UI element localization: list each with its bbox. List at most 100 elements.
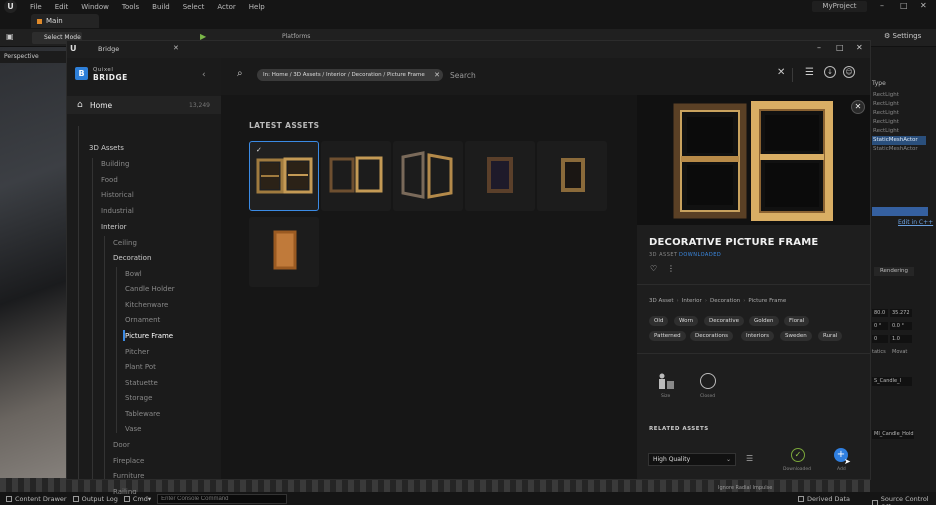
outliner-row[interactable]: RectLight (872, 127, 926, 136)
tag-decorations[interactable]: Decorations (690, 331, 734, 341)
tree-historical[interactable]: Historical (101, 191, 134, 199)
search-scope-chip[interactable]: In: Home / 3D Assets / Interior / Decora… (257, 69, 443, 81)
outliner-row[interactable]: StaticMeshActor (872, 145, 926, 154)
menu-edit[interactable]: Edit (55, 3, 69, 11)
downloaded-check-icon[interactable]: ✓ (791, 448, 805, 462)
tree-vase[interactable]: Vase (125, 425, 142, 433)
minimize-icon[interactable]: – (817, 43, 821, 52)
close-icon[interactable]: ✕ (856, 43, 863, 52)
source-control-button[interactable]: Source Control Off (872, 495, 936, 505)
downloads-icon[interactable]: ↓ (824, 66, 836, 78)
output-log-button[interactable]: Output Log (72, 495, 118, 503)
breadcrumb-item[interactable]: Interior (682, 298, 702, 304)
search-icon[interactable]: ⌕ (237, 68, 243, 79)
tree-ornament[interactable]: Ornament (125, 316, 160, 324)
tag-floral[interactable]: Floral (784, 316, 810, 326)
menu-select[interactable]: Select (183, 3, 205, 11)
tree-industrial[interactable]: Industrial (101, 207, 134, 215)
profile-icon[interactable]: ☺ (843, 66, 855, 78)
tag-decorative[interactable]: Decorative (704, 316, 744, 326)
outliner-row-selected[interactable]: StaticMeshActor (872, 136, 926, 145)
clear-search-icon[interactable]: ✕ (777, 67, 785, 78)
heart-icon[interactable]: ♡ (650, 264, 657, 273)
level-viewport[interactable]: Perspective (0, 47, 66, 492)
tab-main[interactable]: Main (31, 14, 99, 28)
content-drawer-button[interactable]: Content Drawer (6, 495, 67, 503)
tree-candle-holder[interactable]: Candle Holder (125, 285, 175, 293)
maximize-icon[interactable]: □ (900, 1, 908, 10)
menu-help[interactable]: Help (249, 3, 265, 11)
sidebar-item-home[interactable]: ⌂ Home 13,249 (67, 96, 221, 114)
sliders-icon[interactable]: ☰ (746, 454, 753, 463)
asset-tile[interactable] (321, 141, 391, 211)
bridge-titlebar[interactable]: U Bridge ✕ – □ ✕ (67, 41, 870, 58)
tree-tableware[interactable]: Tableware (125, 410, 160, 418)
breadcrumb-item[interactable]: Decoration (710, 298, 740, 304)
asset-tile[interactable] (249, 217, 319, 287)
outliner-row[interactable]: RectLight (872, 109, 926, 118)
tag-patterned[interactable]: Patterned (649, 331, 686, 341)
tag-interiors[interactable]: Interiors (741, 331, 774, 341)
edit-in-cpp-link[interactable]: Edit in C++ (898, 219, 933, 226)
breadcrumb-item[interactable]: Picture Frame (748, 298, 786, 304)
asset-tile[interactable] (393, 141, 463, 211)
menu-build[interactable]: Build (152, 3, 170, 11)
tag-sweden[interactable]: Sweden (780, 331, 812, 341)
collapse-sidebar-icon[interactable]: ‹ (202, 70, 206, 80)
tree-food[interactable]: Food (101, 176, 118, 184)
tag-rural[interactable]: Rural (818, 331, 843, 341)
asset-tile[interactable] (465, 141, 535, 211)
tree-3d-assets[interactable]: 3D Assets (89, 144, 124, 152)
rotation-y-field[interactable]: 0.0 ° (890, 322, 912, 330)
static-mesh-field[interactable]: S_Candle_I (872, 377, 912, 386)
close-icon[interactable]: ✕ (920, 1, 927, 10)
tree-building[interactable]: Building (101, 160, 129, 168)
scale-y-field[interactable]: 1.0 (890, 335, 912, 343)
material-field[interactable]: MI_Candle_Hold (872, 430, 914, 439)
breadcrumb-item[interactable]: 3D Asset (649, 298, 674, 304)
filter-icon[interactable]: ☰ (805, 67, 814, 78)
tree-picture-frame[interactable]: Picture Frame (125, 332, 173, 340)
location-x-field[interactable]: 80.0 (872, 309, 888, 317)
close-details-icon[interactable]: ✕ (851, 100, 865, 114)
menu-actor[interactable]: Actor (217, 3, 235, 11)
tree-bowl[interactable]: Bowl (125, 270, 142, 278)
tree-plant-pot[interactable]: Plant Pot (125, 363, 156, 371)
location-y-field[interactable]: 35.272 (890, 309, 912, 317)
bridge-tab-close-icon[interactable]: ✕ (173, 44, 179, 52)
tree-storage[interactable]: Storage (125, 394, 152, 402)
scale-x-field[interactable]: 0 (872, 335, 888, 343)
settings-button[interactable]: ⚙ Settings (884, 32, 921, 40)
maximize-icon[interactable]: □ (836, 43, 844, 52)
asset-tile[interactable] (537, 141, 607, 211)
tree-kitchenware[interactable]: Kitchenware (125, 301, 168, 309)
more-options-icon[interactable]: ⋮ (667, 264, 675, 273)
search-input[interactable] (450, 68, 770, 82)
derived-data-button[interactable]: Derived Data (798, 495, 850, 503)
mobility-static-label[interactable]: tatics (872, 349, 886, 355)
quality-dropdown[interactable]: High Quality ⌄ (648, 453, 736, 466)
asset-tile-selected[interactable]: ✓ (249, 141, 319, 211)
tree-pitcher[interactable]: Pitcher (125, 348, 149, 356)
rotation-x-field[interactable]: 0 ° (872, 322, 888, 330)
tree-decoration[interactable]: Decoration (113, 254, 151, 262)
viewport-perspective-button[interactable]: Perspective (0, 51, 66, 63)
tree-furniture[interactable]: Furniture (113, 472, 144, 480)
platforms-button[interactable]: Platforms (282, 33, 310, 40)
console-command-input[interactable] (157, 493, 288, 504)
tag-golden[interactable]: Golden (749, 316, 779, 326)
unreal-logo-icon[interactable]: U (4, 0, 17, 13)
menu-tools[interactable]: Tools (122, 3, 139, 11)
menu-file[interactable]: File (30, 3, 42, 11)
outliner-row[interactable]: RectLight (872, 118, 926, 127)
save-icon[interactable]: ▣ (6, 32, 14, 41)
remove-scope-icon[interactable]: ✕ (431, 69, 443, 81)
cmd-button[interactable]: Cmd ▾ (123, 495, 151, 503)
tree-interior[interactable]: Interior (101, 223, 127, 231)
tree-statuette[interactable]: Statuette (125, 379, 158, 387)
bridge-tab-title[interactable]: Bridge (98, 45, 119, 53)
outliner-type-header[interactable]: Type (872, 80, 886, 87)
mobility-movable-label[interactable]: Movat (892, 349, 907, 355)
menu-window[interactable]: Window (81, 3, 109, 11)
rendering-tab[interactable]: Rendering (874, 267, 914, 276)
